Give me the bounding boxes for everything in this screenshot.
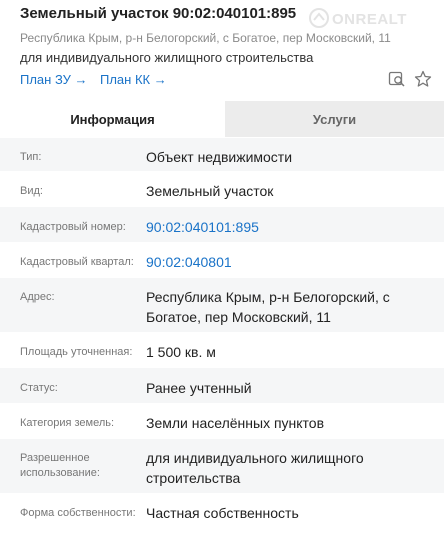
watermark: ONREALT: [332, 11, 407, 28]
watermark-logo-icon: [309, 8, 329, 28]
row-label-kind: Вид:: [20, 185, 43, 197]
table-row: Кадастровый номер: 90:02:040101:895: [0, 206, 444, 242]
row-label-type: Тип:: [20, 151, 42, 163]
table-row: Статус: Ранее учтенный: [0, 367, 444, 403]
row-value-address: Республика Крым, р-н Белогорский, с Бога…: [146, 289, 390, 325]
row-value-land-category: Земли населённых пунктов: [146, 415, 325, 431]
row-value-kind: Земельный участок: [146, 183, 274, 199]
star-icon[interactable]: [414, 70, 432, 88]
object-purpose: для индивидуального жилищного строительс…: [20, 50, 314, 65]
table-row: Адрес: Республика Крым, р-н Белогорский,…: [0, 277, 444, 332]
table-row: Форма собственности: Частная собственнос…: [0, 493, 444, 533]
table-row: Вид: Земельный участок: [0, 171, 444, 206]
toolbar-icons: [388, 70, 432, 88]
table-row: Площадь уточненная: 1 500 кв. м: [0, 332, 444, 367]
tab-services[interactable]: Услуги: [225, 101, 444, 137]
cadastral-number-link[interactable]: 90:02:040101:895: [146, 217, 444, 237]
table-row: Разрешенное использование: для индивидуа…: [0, 438, 444, 493]
plan-zu-link[interactable]: План ЗУ →: [20, 72, 88, 87]
row-label-cadastral-number: Кадастровый номер:: [20, 221, 126, 233]
search-map-icon[interactable]: [388, 70, 406, 88]
row-value-permitted-use: для индивидуального жилищного строительс…: [146, 450, 364, 486]
object-header: Земельный участок 90:02:040101:895 Респу…: [0, 0, 444, 96]
row-label-permitted-use: Разрешенное использование:: [20, 452, 100, 479]
tab-info[interactable]: Информация: [0, 101, 225, 137]
row-value-ownership: Частная собственность: [146, 505, 299, 521]
table-row: Кадастровый квартал: 90:02:040801: [0, 242, 444, 277]
page-title: Земельный участок 90:02:040101:895: [20, 5, 297, 22]
row-label-ownership: Форма собственности:: [20, 507, 136, 519]
table-row: Тип: Объект недвижимости: [0, 137, 444, 171]
row-label-land-category: Категория земель:: [20, 417, 115, 429]
object-address: Республика Крым, р-н Белогорский, с Бога…: [20, 31, 391, 45]
plan-kk-link[interactable]: План КК →: [100, 72, 167, 87]
row-label-status: Статус:: [20, 382, 58, 394]
row-value-status: Ранее учтенный: [146, 380, 252, 396]
table-row: Категория земель: Земли населённых пункт…: [0, 403, 444, 438]
row-label-address: Адрес:: [20, 291, 55, 303]
row-value-area: 1 500 кв. м: [146, 344, 216, 360]
row-label-area: Площадь уточненная:: [20, 346, 133, 358]
cadastral-quarter-link[interactable]: 90:02:040801: [146, 252, 444, 272]
row-value-type: Объект недвижимости: [146, 149, 293, 165]
row-label-cadastral-quarter: Кадастровый квартал:: [20, 256, 134, 268]
properties-table: Тип: Объект недвижимости Вид: Земельный …: [0, 137, 444, 533]
tab-bar: Информация Услуги: [0, 101, 444, 137]
